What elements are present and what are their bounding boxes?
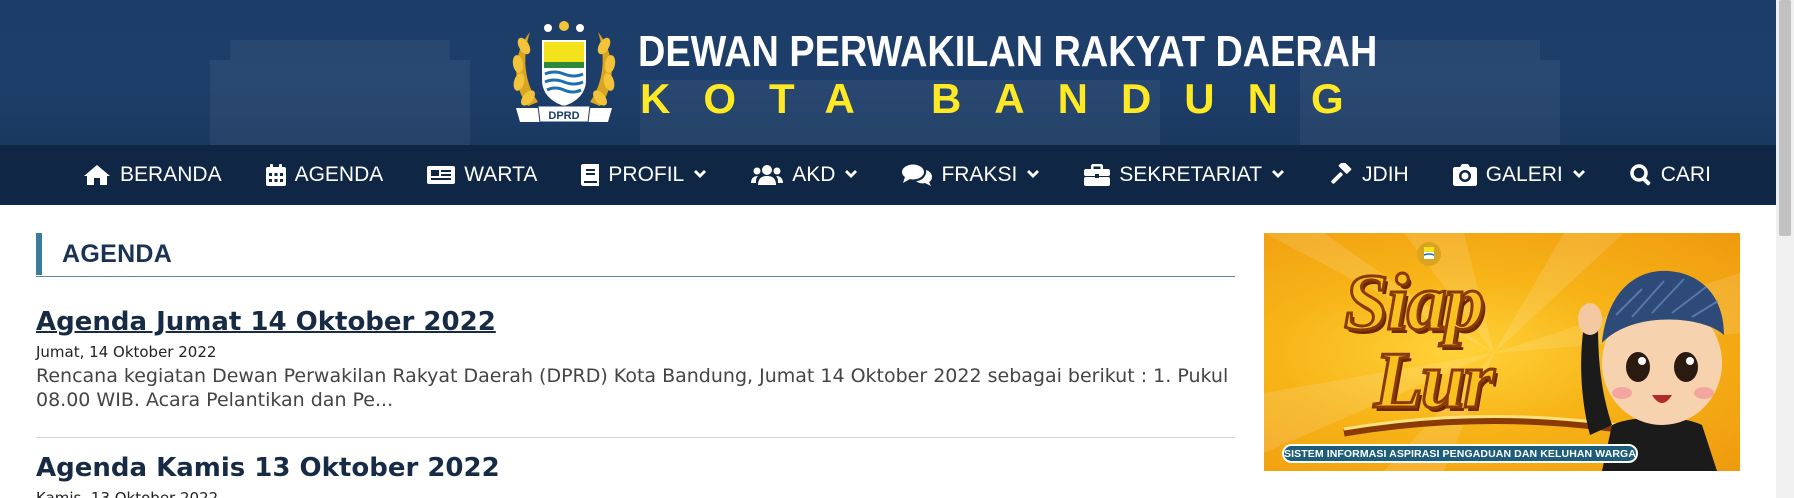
site-brand[interactable]: DPRD DEWAN PERWAKILAN RAKYAT DAERAH KOTA… [508, 12, 1377, 128]
section-title: AGENDA [62, 240, 173, 268]
chevron-down-icon [1572, 170, 1585, 178]
calendar-icon [265, 164, 286, 186]
article-title-link[interactable]: Agenda Kamis 13 Oktober 2022 [36, 451, 1235, 485]
nav-item-jdih[interactable]: JDIH [1307, 145, 1431, 205]
site-title: DEWAN PERWAKILAN RAKYAT DAERAH [638, 27, 1378, 76]
gavel-icon [1331, 163, 1352, 184]
nav-label: FRAKSI [941, 163, 1018, 186]
camera-icon [1452, 164, 1477, 186]
nav-item-fraksi[interactable]: FRAKSI [880, 145, 1062, 205]
siap-lur-banner[interactable]: Siap Lur SISTEM INFORMASI ASPIRASI PENGA… [1264, 233, 1740, 471]
section-accent-bar [36, 233, 42, 275]
nav-label: GALERI [1485, 163, 1563, 186]
nav-label: AGENDA [294, 163, 384, 186]
mascot-character-icon [1578, 270, 1724, 471]
banner-tagline: SISTEM INFORMASI ASPIRASI PENGADUAN DAN … [1282, 444, 1638, 463]
search-icon [1630, 164, 1651, 186]
nav-label: PROFIL [608, 163, 685, 186]
nav-label: AKD [792, 163, 836, 186]
nav-label: SEKRETARIAT [1119, 163, 1263, 186]
agenda-section: AGENDA Agenda Jumat 14 Oktober 2022 Juma… [36, 205, 1235, 498]
nav-item-cari[interactable]: CARI [1608, 145, 1733, 205]
article-excerpt: Rencana kegiatan Dewan Perwakilan Rakyat… [36, 365, 1229, 411]
book-icon [581, 164, 600, 186]
nav-item-agenda[interactable]: AGENDA [244, 145, 406, 205]
banner-headline-2: Lur [1373, 337, 1496, 425]
nav-label: WARTA [464, 163, 538, 186]
list-item: Agenda Jumat 14 Oktober 2022 Jumat, 14 O… [36, 305, 1235, 412]
comments-icon [902, 164, 933, 186]
nav-item-sekretariat[interactable]: SEKRETARIAT [1062, 145, 1307, 205]
chevron-down-icon [694, 170, 707, 178]
section-header: AGENDA [36, 233, 1235, 277]
site-subtitle: KOTA BANDUNG [640, 75, 1377, 122]
briefcase-icon [1084, 164, 1111, 186]
users-icon [751, 165, 784, 185]
chevron-down-icon [1027, 170, 1040, 178]
newspaper-icon [427, 166, 456, 184]
nav-label: CARI [1660, 163, 1711, 186]
list-item: Agenda Kamis 13 Oktober 2022 Kamis, 13 O… [36, 451, 1235, 498]
dprd-emblem-icon: DPRD [512, 21, 616, 123]
nav-item-profil[interactable]: PROFIL [559, 145, 729, 205]
chevron-down-icon [1272, 170, 1285, 178]
home-icon [84, 165, 111, 185]
page-scrollbar[interactable] [1776, 0, 1794, 498]
nav-item-galeri[interactable]: GALERI [1431, 145, 1608, 205]
chevron-down-icon [845, 170, 858, 178]
article-divider [36, 437, 1235, 438]
scrollbar-thumb[interactable] [1779, 0, 1791, 236]
site-header: DPRD DEWAN PERWAKILAN RAKYAT DAERAH KOTA… [0, 0, 1794, 145]
nav-item-beranda[interactable]: BERANDA [61, 145, 244, 205]
banner-headline-1: Siap [1343, 259, 1487, 347]
article-title-link[interactable]: Agenda Jumat 14 Oktober 2022 [36, 305, 1235, 339]
article-date: Jumat, 14 Oktober 2022 [36, 343, 217, 361]
article-date: Kamis, 13 Oktober 2022 [36, 489, 219, 498]
nav-label: JDIH [1362, 163, 1409, 186]
nav-item-warta[interactable]: WARTA [405, 145, 559, 205]
main-navigation: BERANDA AGENDA WARTA PROFIL AKD FRAKSI S… [0, 145, 1794, 205]
nav-label: BERANDA [120, 163, 222, 186]
emblem-text: DPRD [548, 110, 579, 122]
nav-item-akd[interactable]: AKD [729, 145, 880, 205]
